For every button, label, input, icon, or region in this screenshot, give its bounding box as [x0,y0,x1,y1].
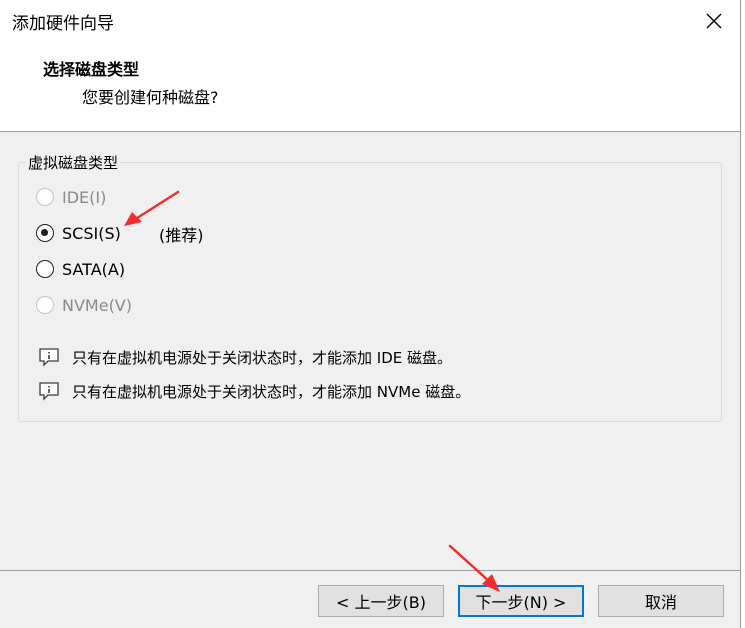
info-note-ide: 只有在虚拟机电源处于关闭状态时，才能添加 IDE 磁盘。 [38,346,452,368]
info-speech-bubble-icon [39,348,59,367]
desktop-background [741,0,745,628]
radio-sata[interactable]: SATA(A) [36,257,125,281]
close-button[interactable] [690,0,740,44]
info-text-nvme: 只有在虚拟机电源处于关闭状态时，才能添加 NVMe 磁盘。 [72,382,471,401]
radio-button-ide[interactable] [36,188,54,206]
recommended-note: (推荐) [159,226,204,245]
wizard-header: 选择磁盘类型 您要创建何种磁盘? [0,44,740,131]
window-title: 添加硬件向导 [12,14,114,34]
radio-button-nvme[interactable] [36,296,54,314]
radio-ide[interactable]: IDE(I) [36,185,106,209]
close-icon [706,13,722,29]
page-title: 选择磁盘类型 [43,60,140,79]
radio-scsi[interactable]: SCSI(S) [36,221,121,245]
radio-button-sata[interactable] [36,260,54,278]
cancel-button[interactable]: 取消 [598,585,724,617]
radio-label-nvme: NVMe(V) [62,295,132,315]
page-subtitle: 您要创建何种磁盘? [82,88,219,107]
radio-selected-dot [41,229,48,236]
radio-label-scsi: SCSI(S) [62,223,121,243]
wizard-footer: < 上一步(B) 下一步(N) > 取消 [0,571,740,628]
add-hardware-wizard-dialog: 添加硬件向导 选择磁盘类型 您要创建何种磁盘? 虚拟磁盘类型 IDE(I) SC… [0,0,740,628]
title-bar: 添加硬件向导 [0,0,740,44]
back-button[interactable]: < 上一步(B) [318,585,444,617]
content-panel: 虚拟磁盘类型 IDE(I) SCSI(S) (推荐) SATA(A) NVMe(… [0,132,740,570]
radio-button-scsi[interactable] [36,224,54,242]
next-button[interactable]: 下一步(N) > [458,585,584,617]
info-note-nvme: 只有在虚拟机电源处于关闭状态时，才能添加 NVMe 磁盘。 [38,380,470,402]
radio-nvme[interactable]: NVMe(V) [36,293,132,317]
radio-label-sata: SATA(A) [62,259,126,279]
groupbox-legend: 虚拟磁盘类型 [26,152,121,173]
info-text-ide: 只有在虚拟机电源处于关闭状态时，才能添加 IDE 磁盘。 [72,348,452,367]
info-speech-bubble-icon [39,382,59,401]
radio-label-ide: IDE(I) [62,187,107,207]
